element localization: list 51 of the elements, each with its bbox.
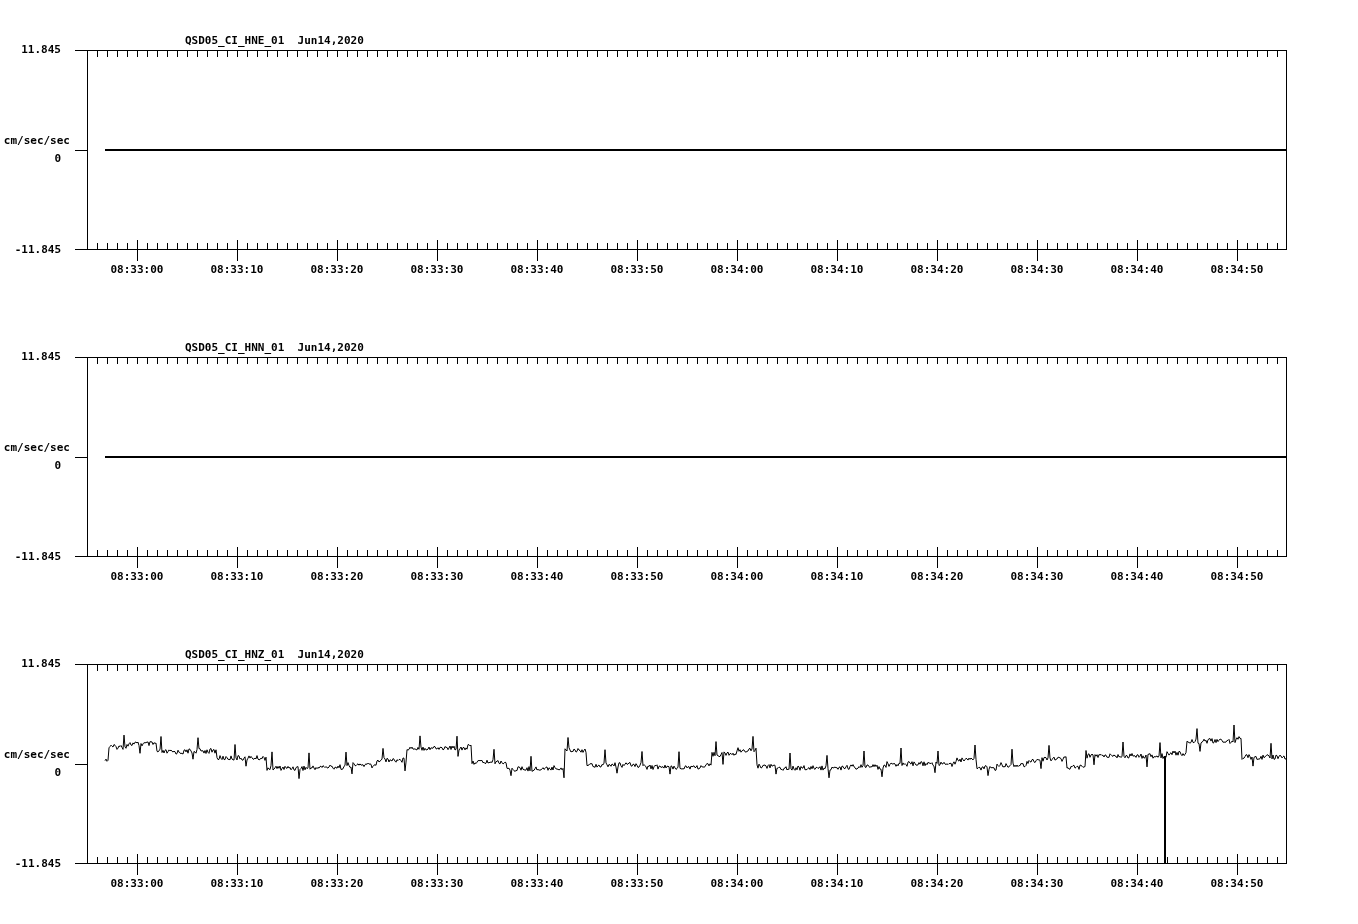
x-axis-label: 08:33:00 — [110, 878, 164, 890]
x-axis-label: 08:33:10 — [210, 264, 264, 276]
y-axis-label: 11.845 — [21, 351, 61, 363]
x-axis-label: 08:34:30 — [1010, 878, 1064, 890]
x-axis-label: 08:33:50 — [610, 264, 664, 276]
x-axis-label: 08:33:00 — [110, 571, 164, 583]
y-axis-label: 0 — [54, 460, 61, 472]
trace-title: QSD05_CI_HNN_01 Jun14,2020 — [185, 341, 364, 354]
x-axis-label: 08:34:00 — [710, 264, 764, 276]
x-axis-label: 08:34:00 — [710, 571, 764, 583]
y-axis-unit: cm/sec/sec — [3, 135, 70, 147]
x-axis-label: 08:34:10 — [810, 264, 864, 276]
x-axis-label: 08:33:50 — [610, 878, 664, 890]
y-axis-label: -11.845 — [14, 858, 61, 870]
y-axis-unit: cm/sec/sec — [3, 749, 70, 761]
x-axis-label: 08:33:40 — [510, 878, 564, 890]
x-axis-label: 08:34:10 — [810, 878, 864, 890]
x-axis-label: 08:34:00 — [710, 878, 764, 890]
x-axis-label: 08:34:50 — [1210, 878, 1264, 890]
x-axis-label: 08:33:10 — [210, 571, 264, 583]
x-axis-label: 08:34:20 — [910, 878, 964, 890]
x-axis-label: 08:33:40 — [510, 571, 564, 583]
trace-title: QSD05_CI_HNE_01 Jun14,2020 — [185, 34, 364, 47]
x-axis-label: 08:33:30 — [410, 878, 464, 890]
x-axis-label: 08:33:20 — [310, 878, 364, 890]
x-axis-label: 08:33:30 — [410, 264, 464, 276]
x-axis-label: 08:34:50 — [1210, 264, 1264, 276]
x-axis-label: 08:33:20 — [310, 264, 364, 276]
x-axis-label: 08:34:10 — [810, 571, 864, 583]
y-axis-unit: cm/sec/sec — [3, 442, 70, 454]
y-axis-label: 11.845 — [21, 658, 61, 670]
x-axis-label: 08:34:40 — [1110, 264, 1164, 276]
x-axis-label: 08:33:50 — [610, 571, 664, 583]
y-axis-label: -11.845 — [14, 551, 61, 563]
x-axis-label: 08:33:40 — [510, 264, 564, 276]
x-axis-label: 08:34:20 — [910, 571, 964, 583]
x-axis-label: 08:34:20 — [910, 264, 964, 276]
x-axis-label: 08:33:10 — [210, 878, 264, 890]
x-axis-label: 08:34:30 — [1010, 264, 1064, 276]
y-axis-label: -11.845 — [14, 244, 61, 256]
y-axis-label: 11.845 — [21, 44, 61, 56]
x-axis-label: 08:33:30 — [410, 571, 464, 583]
x-axis-label: 08:34:40 — [1110, 571, 1164, 583]
trace-title: QSD05_CI_HNZ_01 Jun14,2020 — [185, 648, 364, 661]
x-axis-label: 08:33:00 — [110, 264, 164, 276]
x-axis-label: 08:34:50 — [1210, 571, 1264, 583]
y-axis-label: 0 — [54, 153, 61, 165]
y-axis-label: 0 — [54, 767, 61, 779]
x-axis-label: 08:33:20 — [310, 571, 364, 583]
x-axis-label: 08:34:30 — [1010, 571, 1064, 583]
x-axis-label: 08:34:40 — [1110, 878, 1164, 890]
